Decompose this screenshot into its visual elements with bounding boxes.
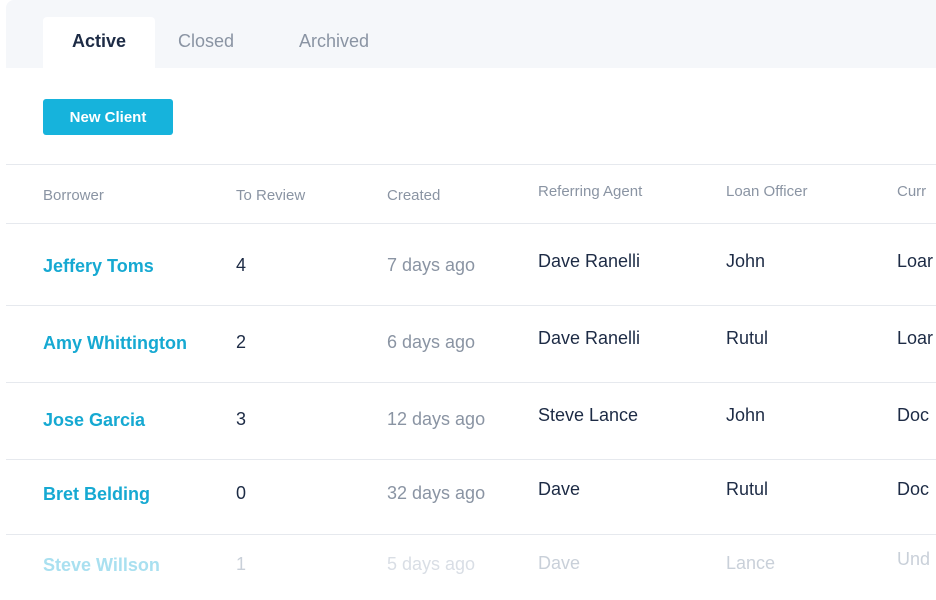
- referring-agent: Dave: [538, 553, 581, 573]
- borrower-link[interactable]: Amy Whittington: [43, 333, 187, 354]
- to-review-count: 4: [236, 255, 247, 275]
- column-header-borrower[interactable]: Borrower: [43, 187, 104, 204]
- tab-bar: Active Closed Archived: [6, 0, 936, 68]
- referring-agent: Steve Lance: [538, 405, 639, 425]
- current-status: Und: [897, 549, 931, 569]
- created-date: 5 days ago: [387, 554, 476, 574]
- column-header-created[interactable]: Created: [387, 187, 440, 204]
- current-status: Doc: [897, 405, 930, 425]
- tab-active[interactable]: Active: [43, 17, 155, 68]
- loan-officer: John: [726, 251, 766, 271]
- table-row[interactable]: Jeffery Toms 4 7 days ago Dave Ranelli J…: [6, 224, 936, 305]
- loan-officer: Rutul: [726, 479, 769, 499]
- referring-agent: Dave: [538, 479, 581, 499]
- loan-officer: Rutul: [726, 328, 769, 348]
- tab-archived[interactable]: Archived: [278, 17, 390, 68]
- current-status: Loar: [897, 251, 934, 271]
- column-header-current[interactable]: Curr: [897, 183, 926, 200]
- table-row[interactable]: Amy Whittington 2 6 days ago Dave Ranell…: [6, 306, 936, 382]
- current-status: Loar: [897, 328, 934, 348]
- borrower-link[interactable]: Bret Belding: [43, 484, 150, 505]
- client-list-panel: Active Closed Archived New Client Borrow…: [6, 0, 936, 600]
- to-review-count: 1: [236, 554, 247, 574]
- created-date: 12 days ago: [387, 409, 486, 429]
- referring-agent: Dave Ranelli: [538, 328, 641, 348]
- new-client-button[interactable]: New Client: [43, 99, 173, 135]
- borrower-link[interactable]: Jose Garcia: [43, 410, 145, 431]
- table-row[interactable]: Bret Belding 0 32 days ago Dave Rutul Do…: [6, 460, 936, 534]
- column-header-referring-agent[interactable]: Referring Agent: [538, 183, 642, 200]
- table-top-divider: [6, 164, 936, 165]
- table-row[interactable]: Steve Willson 1 5 days ago Dave Lance Un…: [6, 535, 936, 600]
- table-row[interactable]: Jose Garcia 3 12 days ago Steve Lance Jo…: [6, 383, 936, 459]
- current-status: Doc: [897, 479, 930, 499]
- column-header-to-review[interactable]: To Review: [236, 187, 305, 204]
- created-date: 7 days ago: [387, 255, 476, 275]
- to-review-count: 2: [236, 332, 247, 352]
- to-review-count: 3: [236, 409, 247, 429]
- loan-officer: John: [726, 405, 766, 425]
- tab-closed[interactable]: Closed: [156, 17, 256, 68]
- loan-officer: Lance: [726, 553, 776, 573]
- borrower-link[interactable]: Steve Willson: [43, 555, 160, 576]
- borrower-link[interactable]: Jeffery Toms: [43, 256, 154, 277]
- to-review-count: 0: [236, 483, 247, 503]
- created-date: 6 days ago: [387, 332, 476, 352]
- referring-agent: Dave Ranelli: [538, 251, 641, 271]
- column-header-loan-officer[interactable]: Loan Officer: [726, 183, 807, 200]
- created-date: 32 days ago: [387, 483, 486, 503]
